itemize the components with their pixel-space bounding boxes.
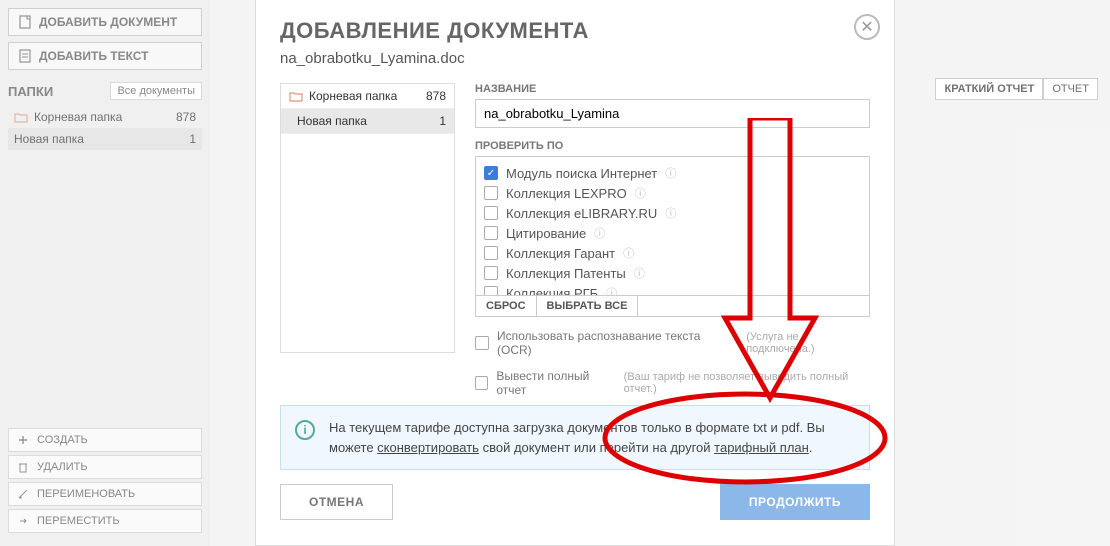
- full-report-note: (Ваш тариф не позволяет выводить полный …: [624, 371, 870, 395]
- check-item[interactable]: Коллекция Гарантⓘ: [484, 243, 861, 263]
- full-report-checkbox[interactable]: [475, 376, 488, 390]
- info-text: На текущем тарифе доступна загрузка доку…: [329, 418, 855, 457]
- checkbox-icon[interactable]: ✓: [484, 166, 498, 180]
- check-item[interactable]: Коллекция РГБⓘ: [484, 283, 861, 296]
- help-icon[interactable]: ⓘ: [665, 205, 676, 221]
- help-icon[interactable]: ⓘ: [623, 245, 634, 261]
- tree-count: 878: [426, 89, 446, 103]
- ocr-note: (Услуга не подключена.): [746, 331, 870, 355]
- ocr-checkbox[interactable]: [475, 336, 489, 350]
- tree-count: 1: [439, 114, 446, 128]
- modal-subtitle: na_obrabotku_Lyamina.doc: [280, 50, 870, 67]
- continue-button[interactable]: ПРОДОЛЖИТЬ: [720, 484, 870, 520]
- checkbox-icon[interactable]: [484, 186, 498, 200]
- ocr-label: Использовать распознавание текста (OCR): [497, 329, 738, 357]
- help-icon[interactable]: ⓘ: [635, 185, 646, 201]
- close-icon: ✕: [860, 17, 873, 37]
- checkbox-icon[interactable]: [484, 246, 498, 260]
- close-button[interactable]: ✕: [854, 14, 880, 40]
- modal-title: ДОБАВЛЕНИЕ ДОКУМЕНТА: [280, 18, 870, 44]
- check-item[interactable]: ✓Модуль поиска Интернетⓘ: [484, 163, 861, 183]
- select-all-button[interactable]: ВЫБРАТЬ ВСЕ: [537, 296, 639, 316]
- check-item[interactable]: Коллекция LEXPROⓘ: [484, 183, 861, 203]
- full-report-label: Вывести полный отчет: [496, 369, 615, 397]
- checkbox-icon[interactable]: [484, 286, 498, 296]
- folder-tree: Корневая папка 878 Новая папка 1: [280, 83, 455, 353]
- checkbox-icon[interactable]: [484, 226, 498, 240]
- add-document-modal: ✕ ДОБАВЛЕНИЕ ДОКУМЕНТА na_obrabotku_Lyam…: [255, 0, 895, 546]
- cancel-button[interactable]: ОТМЕНА: [280, 484, 393, 520]
- check-item[interactable]: Коллекция eLIBRARY.RUⓘ: [484, 203, 861, 223]
- reset-button[interactable]: СБРОС: [476, 296, 537, 316]
- checkbox-icon[interactable]: [484, 266, 498, 280]
- name-input[interactable]: [475, 99, 870, 128]
- help-icon[interactable]: ⓘ: [665, 165, 676, 181]
- tree-root-folder[interactable]: Корневая папка 878: [281, 84, 454, 109]
- checkbox-icon[interactable]: [484, 206, 498, 220]
- check-label: ПРОВЕРИТЬ ПО: [475, 140, 870, 152]
- folder-icon: [289, 91, 303, 102]
- convert-link[interactable]: сконвертировать: [377, 440, 479, 455]
- help-icon[interactable]: ⓘ: [606, 285, 617, 296]
- tariff-info-box: i На текущем тарифе доступна загрузка до…: [280, 405, 870, 470]
- tree-child-folder[interactable]: Новая папка 1: [281, 109, 454, 134]
- help-icon[interactable]: ⓘ: [594, 225, 605, 241]
- check-item[interactable]: Коллекция Патентыⓘ: [484, 263, 861, 283]
- name-label: НАЗВАНИЕ: [475, 83, 870, 95]
- help-icon[interactable]: ⓘ: [634, 265, 645, 281]
- tariff-plan-link[interactable]: тарифный план: [714, 440, 809, 455]
- info-icon: i: [295, 420, 315, 440]
- check-item[interactable]: Цитированиеⓘ: [484, 223, 861, 243]
- check-source-list[interactable]: ✓Модуль поиска Интернетⓘ Коллекция LEXPR…: [475, 156, 870, 296]
